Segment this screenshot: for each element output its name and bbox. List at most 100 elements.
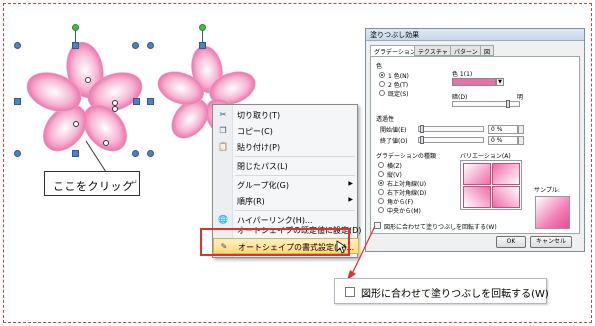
- tab-label: テクスチャ: [418, 49, 448, 56]
- color1-label: 色 1(1): [452, 71, 473, 78]
- menu-item-cut[interactable]: ✂ 切り取り(T): [213, 107, 359, 123]
- start-slider-thumb[interactable]: [420, 125, 424, 133]
- resize-handle[interactable]: [199, 42, 206, 49]
- resize-handle[interactable]: [133, 98, 140, 105]
- end-label: 終了値(O): [380, 138, 408, 145]
- resize-handle[interactable]: [132, 42, 139, 49]
- dark-label: 暗(D): [452, 94, 468, 101]
- tab-picture[interactable]: 図: [480, 45, 495, 56]
- radio-vertical[interactable]: [378, 171, 384, 177]
- menu-item-label: コピー(C): [237, 127, 273, 136]
- radio-from-center[interactable]: [378, 207, 384, 213]
- submenu-arrow-icon: ▶: [348, 196, 353, 203]
- dialog-titlebar: 塗りつぶし効果: [366, 29, 584, 41]
- tab-gradient[interactable]: グラデーション: [370, 45, 420, 56]
- resize-handle[interactable]: [147, 42, 154, 49]
- radio-label: 角から(F): [387, 199, 414, 206]
- menu-item-group[interactable]: グループ化(G) ▶: [213, 177, 359, 193]
- variation-cell[interactable]: [463, 186, 491, 208]
- resize-handle[interactable]: [72, 150, 79, 157]
- start-value-field[interactable]: 0 %: [488, 125, 518, 134]
- vertex-point[interactable]: [85, 77, 91, 83]
- menu-item-order[interactable]: 順序(R) ▶: [213, 193, 359, 209]
- menu-separator: [235, 175, 355, 176]
- menu-item-copy[interactable]: ❐ コピー(C): [213, 123, 359, 139]
- rotate-fill-label: 図形に合わせて塗りつぶしを回転する(W): [384, 224, 497, 231]
- zoomed-checkbox-callout: 図形に合わせて塗りつぶしを回転する(W): [334, 278, 549, 304]
- scissors-icon: ✂: [219, 110, 227, 119]
- rotation-handle[interactable]: [72, 24, 79, 31]
- ok-button[interactable]: OK: [496, 236, 526, 248]
- resize-handle[interactable]: [147, 98, 154, 105]
- pointer-arrow: [347, 225, 376, 280]
- resize-handle[interactable]: [14, 150, 21, 157]
- variation-cell[interactable]: [492, 186, 520, 208]
- resize-handle[interactable]: [132, 150, 139, 157]
- resize-handle[interactable]: [14, 98, 21, 105]
- tab-pattern[interactable]: パターン: [450, 45, 482, 56]
- menu-item-label: 切り取り(T): [237, 111, 281, 120]
- spinner-button[interactable]: [518, 125, 524, 134]
- menu-separator: [235, 210, 355, 211]
- paste-icon: 📋: [218, 142, 228, 151]
- variation-cell[interactable]: [492, 163, 520, 185]
- resize-handle[interactable]: [147, 150, 154, 157]
- radio-horizontal[interactable]: [378, 162, 384, 168]
- end-transparency-slider[interactable]: [418, 137, 484, 143]
- menu-item-label: グループ化(G): [237, 181, 289, 190]
- end-value-field[interactable]: 0 %: [488, 136, 518, 145]
- click-here-callout: ここをクリック ↵: [44, 171, 140, 196]
- radio-one-color[interactable]: [379, 72, 385, 78]
- start-transparency-slider[interactable]: [418, 126, 484, 132]
- variation-cell[interactable]: [463, 163, 491, 185]
- submenu-arrow-icon: ▶: [348, 180, 353, 187]
- radio-two-color[interactable]: [379, 81, 385, 87]
- menu-item-label: 順序(R): [237, 197, 265, 206]
- radio-preset[interactable]: [379, 90, 385, 96]
- dialog-title: 塗りつぶし効果: [370, 31, 420, 39]
- tab-label: グラデーション: [374, 49, 416, 56]
- radio-label: 縦(V): [387, 172, 402, 179]
- sample-preview: [535, 196, 570, 229]
- radio-label: 既定(S): [388, 91, 409, 98]
- highlight-box: [200, 228, 350, 256]
- radio-from-corner[interactable]: [378, 198, 384, 204]
- transparency-group-label: 透過性: [376, 116, 395, 123]
- callout-text: ここをクリック: [53, 180, 134, 193]
- color1-swatch[interactable]: [452, 78, 496, 86]
- radio-diagonal-down[interactable]: [378, 189, 384, 195]
- return-mark-icon: ↵: [131, 178, 139, 187]
- radio-label: 1 色(N): [388, 73, 409, 80]
- radio-label: 中央から(M): [387, 208, 421, 215]
- zoomed-checkbox-label: 図形に合わせて塗りつぶしを回転する(W): [361, 289, 549, 300]
- resize-handle[interactable]: [14, 42, 21, 49]
- radio-label: 右上対角線(U): [387, 181, 427, 188]
- cancel-button[interactable]: キャンセル: [530, 236, 572, 248]
- variation-group-label: バリエーション(A): [460, 153, 511, 160]
- spinner-button[interactable]: [518, 136, 524, 145]
- sample-label: サンプル:: [534, 187, 560, 194]
- brightness-slider-thumb[interactable]: [506, 100, 510, 108]
- menu-item-label: 貼り付け(P): [237, 143, 281, 152]
- radio-label: 右下対角線(D): [387, 190, 427, 197]
- end-slider-thumb[interactable]: [420, 136, 424, 144]
- callout-pointer: [85, 140, 107, 173]
- tab-texture[interactable]: テクスチャ: [414, 45, 452, 56]
- resize-handle[interactable]: [72, 42, 79, 49]
- vertex-point[interactable]: [73, 121, 79, 127]
- rotate-fill-checkbox-zoomed[interactable]: [345, 287, 355, 297]
- rotation-handle[interactable]: [199, 24, 206, 31]
- vertex-point[interactable]: [112, 106, 118, 112]
- menu-separator: [235, 156, 355, 157]
- radio-diagonal-up[interactable]: [378, 180, 384, 186]
- chevron-down-icon[interactable]: ▼: [496, 78, 504, 86]
- radio-label: 2 色(T): [388, 82, 409, 89]
- start-label: 開始値(E): [380, 127, 407, 134]
- type-group-label: グラデーションの種類: [376, 153, 436, 160]
- menu-item-paste[interactable]: 📋 貼り付け(P): [213, 139, 359, 155]
- copy-icon: ❐: [219, 126, 227, 135]
- light-label: 明: [517, 94, 524, 101]
- color-group-label: 色: [376, 63, 383, 70]
- radio-label: 横(Z): [387, 163, 402, 170]
- menu-item-close-path[interactable]: 閉じたパス(L): [213, 158, 359, 174]
